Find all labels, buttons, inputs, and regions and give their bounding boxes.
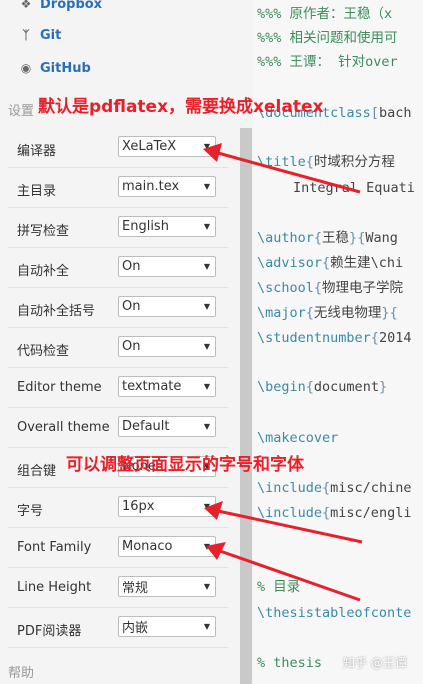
- font-size-arrow: [217, 509, 363, 544]
- compiler-arrow-head: [203, 143, 222, 162]
- font-family-arrow: [219, 549, 361, 602]
- compiler-arrow: [217, 151, 361, 194]
- font-annotation: 可以调整页面显示的字号和字体: [66, 455, 304, 475]
- watermark-text: 知乎 @王谭: [343, 656, 407, 670]
- compiler-annotation: 默认是pdflatex，需要换成xelatex: [38, 97, 324, 117]
